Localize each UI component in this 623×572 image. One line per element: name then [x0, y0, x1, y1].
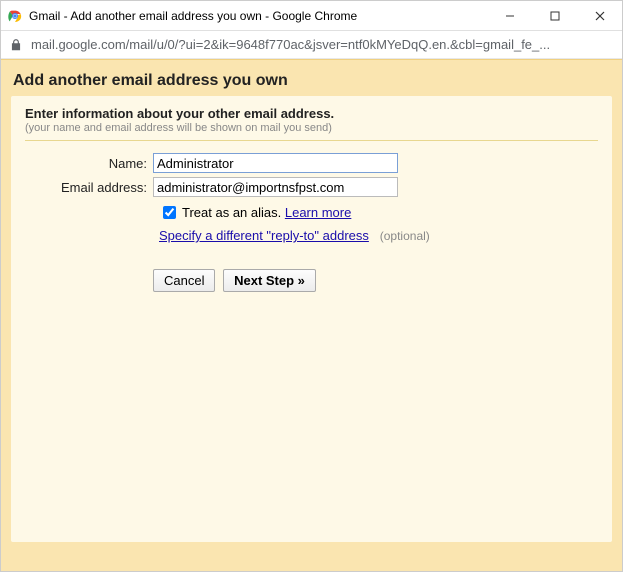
next-step-button[interactable]: Next Step » [223, 269, 316, 292]
intro-subtext: (your name and email address will be sho… [25, 122, 598, 134]
chrome-icon [7, 8, 23, 24]
name-input[interactable] [153, 153, 398, 173]
address-bar[interactable]: mail.google.com/mail/u/0/?ui=2&ik=9648f7… [1, 31, 622, 59]
maximize-button[interactable] [532, 1, 577, 31]
email-label: Email address: [25, 180, 153, 195]
name-label: Name: [25, 156, 153, 171]
window-buttons [487, 1, 622, 31]
window-title: Gmail - Add another email address you ow… [29, 9, 487, 23]
learn-more-link[interactable]: Learn more [285, 205, 351, 220]
url-text: mail.google.com/mail/u/0/?ui=2&ik=9648f7… [31, 37, 614, 52]
alias-checkbox[interactable] [163, 206, 176, 219]
lock-icon [9, 38, 23, 52]
email-input[interactable] [153, 177, 398, 197]
window-titlebar: Gmail - Add another email address you ow… [1, 1, 622, 31]
optional-text: (optional) [380, 229, 430, 243]
page-body: Add another email address you own Enter … [1, 59, 622, 571]
form-card: Enter information about your other email… [11, 96, 612, 542]
page-title: Add another email address you own [11, 68, 612, 96]
divider [25, 140, 598, 141]
reply-to-link[interactable]: Specify a different "reply-to" address [159, 228, 369, 243]
cancel-button[interactable]: Cancel [153, 269, 215, 292]
alias-label: Treat as an alias. [182, 205, 281, 220]
intro-heading: Enter information about your other email… [25, 106, 598, 121]
close-button[interactable] [577, 1, 622, 31]
minimize-button[interactable] [487, 1, 532, 31]
